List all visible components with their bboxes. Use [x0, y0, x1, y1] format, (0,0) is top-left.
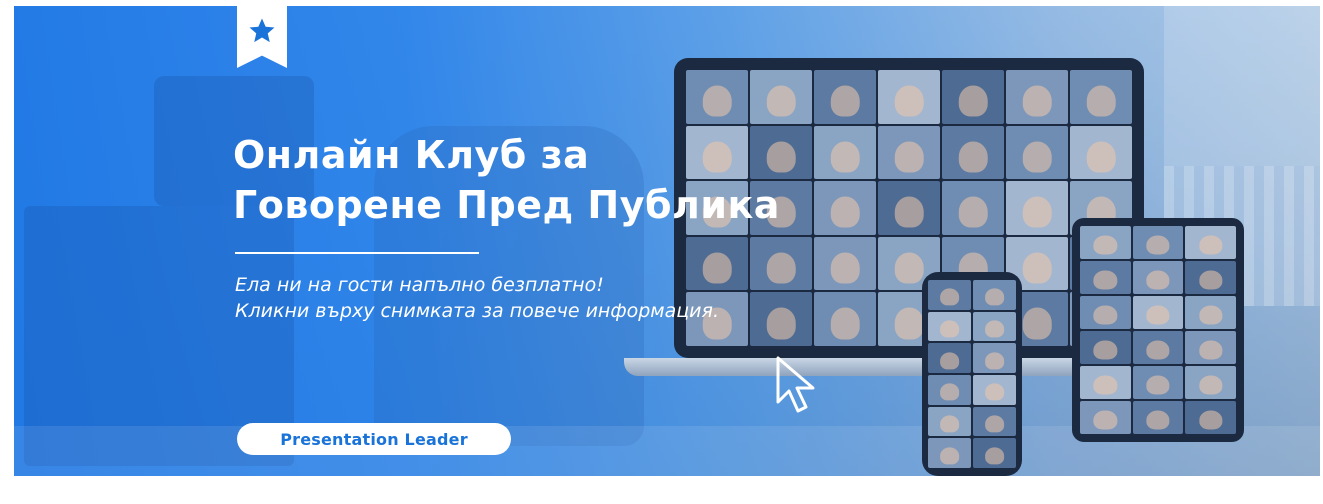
- banner-subtitle-line-2: Кликни върху снимката за повече информац…: [235, 300, 719, 322]
- participant-tile: [878, 70, 940, 124]
- star-icon: [249, 18, 275, 43]
- participant-tile: [1185, 226, 1236, 259]
- banner-subtitle-line-1: Ела ни на гости напълно безплатно!: [235, 274, 604, 296]
- participant-tile: [750, 292, 812, 346]
- participant-tile: [1185, 261, 1236, 294]
- mouse-pointer-icon: [776, 356, 815, 413]
- participant-tile: [1006, 70, 1068, 124]
- brand-logo-pill: Presentation Leader: [237, 423, 511, 455]
- participant-tile: [973, 311, 1016, 342]
- participant-tile: [1070, 70, 1132, 124]
- participant-tile: [942, 70, 1004, 124]
- participant-tile: [814, 125, 876, 180]
- phone-video-call: [922, 272, 1022, 476]
- banner-title-line-2: Говорене Пред Публика: [233, 183, 780, 227]
- participant-tile: [1070, 125, 1132, 180]
- participant-tile: [973, 438, 1016, 468]
- participant-tile: [814, 236, 876, 291]
- participant-tile: [1185, 296, 1236, 329]
- participant-tile: [878, 181, 940, 235]
- participant-tile: [878, 125, 940, 180]
- participant-tile: [686, 70, 748, 124]
- participant-tile: [928, 374, 971, 405]
- participant-tile: [1132, 261, 1184, 294]
- participant-tile: [750, 236, 812, 291]
- participant-tile: [973, 374, 1016, 405]
- participant-tile: [1132, 226, 1184, 259]
- participant-tile: [1006, 125, 1068, 180]
- banner-subtitle: Ела ни на гости напълно безплатно! Кликн…: [235, 272, 719, 324]
- participant-tile: [1185, 366, 1236, 399]
- participant-tile: [942, 125, 1004, 180]
- participant-tile: [1132, 366, 1184, 399]
- participant-tile: [928, 311, 971, 342]
- participant-tile: [942, 181, 1004, 235]
- participant-tile: [928, 343, 971, 373]
- participant-tile: [973, 343, 1016, 373]
- participant-tile: [1132, 296, 1184, 329]
- participant-tile: [928, 280, 971, 310]
- title-divider: [235, 252, 479, 254]
- participant-tile: [1080, 366, 1131, 399]
- participant-tile: [750, 70, 812, 124]
- participant-tile: [1006, 181, 1068, 235]
- tablet-participant-grid: [1080, 226, 1236, 434]
- promo-banner[interactable]: Онлайн Клуб за Говорене Пред Публика Ела…: [14, 6, 1320, 476]
- participant-tile: [814, 292, 876, 346]
- participant-tile: [1080, 331, 1131, 364]
- banner-title-line-1: Онлайн Клуб за: [233, 133, 590, 177]
- participant-tile: [1080, 401, 1131, 434]
- participant-tile: [973, 406, 1016, 437]
- participant-tile: [928, 438, 971, 468]
- participant-tile: [1132, 401, 1184, 434]
- bookmark-badge: [237, 6, 287, 68]
- participant-tile: [814, 181, 876, 235]
- participant-tile: [1132, 331, 1184, 364]
- participant-tile: [973, 280, 1016, 310]
- banner-title: Онлайн Клуб за Говорене Пред Публика: [233, 130, 780, 230]
- participant-tile: [928, 406, 971, 437]
- participant-tile: [814, 70, 876, 124]
- participant-tile: [1185, 331, 1236, 364]
- participant-tile: [1080, 296, 1131, 329]
- participant-tile: [1080, 226, 1131, 259]
- tablet-video-call: [1072, 218, 1244, 442]
- participant-tile: [1080, 261, 1131, 294]
- participant-tile: [1185, 401, 1236, 434]
- phone-participant-grid: [928, 280, 1016, 468]
